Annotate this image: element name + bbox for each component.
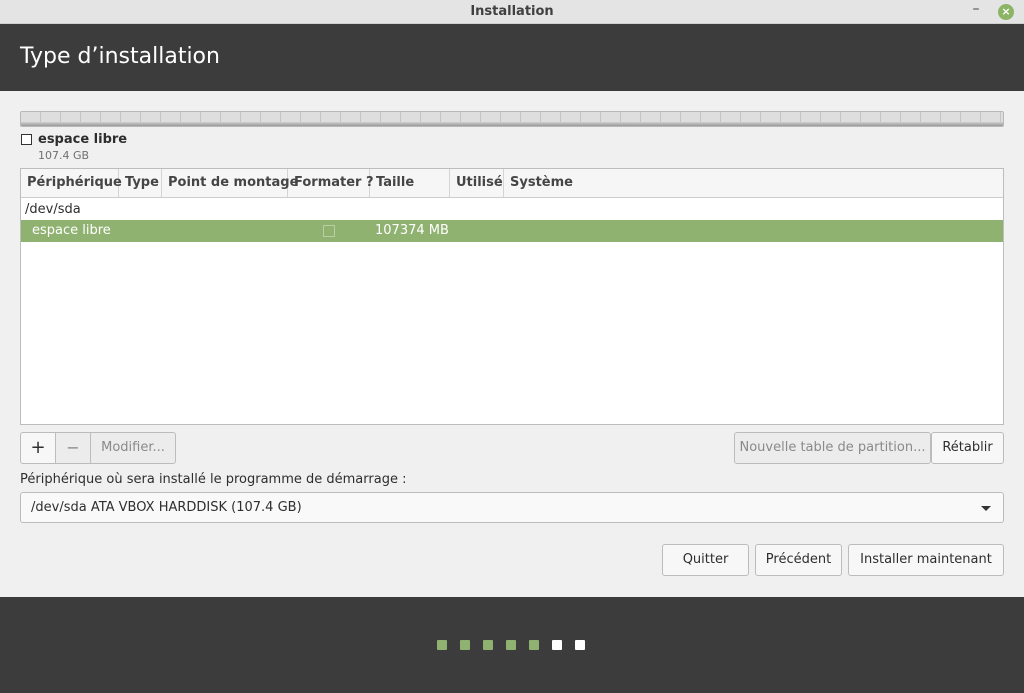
progress-dot bbox=[460, 640, 470, 650]
table-row[interactable]: espace libre 107374 MB bbox=[21, 220, 1003, 242]
disk-usage-bar bbox=[20, 111, 1004, 127]
new-partition-table-button[interactable]: Nouvelle table de partition... bbox=[734, 432, 931, 464]
progress-dot bbox=[506, 640, 516, 650]
partition-table[interactable]: Périphérique Type Point de montage Forma… bbox=[20, 168, 1004, 425]
legend-swatch bbox=[21, 134, 32, 145]
format-checkbox[interactable] bbox=[323, 225, 335, 237]
progress-dot bbox=[437, 640, 447, 650]
table-header: Périphérique Type Point de montage Forma… bbox=[21, 169, 1003, 198]
window-title: Installation bbox=[470, 4, 554, 19]
row-device: espace libre bbox=[32, 223, 111, 238]
legend-size: 107.4 GB bbox=[38, 149, 90, 162]
add-partition-button[interactable]: + bbox=[20, 432, 56, 464]
column-header-type[interactable]: Type bbox=[119, 169, 162, 197]
bootloader-label: Périphérique où sera installé le program… bbox=[20, 472, 407, 487]
column-header-device[interactable]: Périphérique bbox=[21, 169, 122, 197]
row-size: 107374 MB bbox=[375, 223, 449, 238]
page-title: Type d’installation bbox=[20, 44, 220, 69]
chevron-down-icon bbox=[981, 506, 991, 511]
progress-dot bbox=[483, 640, 493, 650]
column-header-system[interactable]: Système bbox=[504, 169, 1003, 197]
progress-dot bbox=[552, 640, 562, 650]
install-now-button[interactable]: Installer maintenant bbox=[848, 544, 1004, 576]
column-header-format[interactable]: Formater ? bbox=[288, 169, 374, 197]
progress-footer bbox=[0, 597, 1024, 693]
device-row[interactable]: /dev/sda bbox=[25, 202, 81, 217]
close-icon[interactable]: × bbox=[998, 4, 1014, 20]
revert-button[interactable]: Rétablir bbox=[931, 432, 1004, 464]
window-titlebar: Installation – × bbox=[0, 0, 1024, 24]
legend-name: espace libre bbox=[38, 132, 128, 147]
remove-partition-button[interactable]: − bbox=[56, 432, 91, 464]
column-header-used[interactable]: Utilisé bbox=[450, 169, 504, 197]
column-header-mount[interactable]: Point de montage bbox=[162, 169, 298, 197]
column-header-size[interactable]: Taille bbox=[370, 169, 450, 197]
main-content: espace libre 107.4 GB Périphérique Type … bbox=[0, 91, 1024, 597]
minimize-icon[interactable]: – bbox=[969, 1, 983, 21]
progress-dot bbox=[575, 640, 585, 650]
bootloader-selected-value: /dev/sda ATA VBOX HARDDISK (107.4 GB) bbox=[31, 500, 302, 515]
back-button[interactable]: Précédent bbox=[755, 544, 842, 576]
progress-dot bbox=[529, 640, 539, 650]
modify-partition-button[interactable]: Modifier... bbox=[91, 432, 176, 464]
quit-button[interactable]: Quitter bbox=[662, 544, 749, 576]
page-header: Type d’installation bbox=[0, 24, 1024, 91]
bootloader-select[interactable]: /dev/sda ATA VBOX HARDDISK (107.4 GB) bbox=[20, 492, 1004, 523]
